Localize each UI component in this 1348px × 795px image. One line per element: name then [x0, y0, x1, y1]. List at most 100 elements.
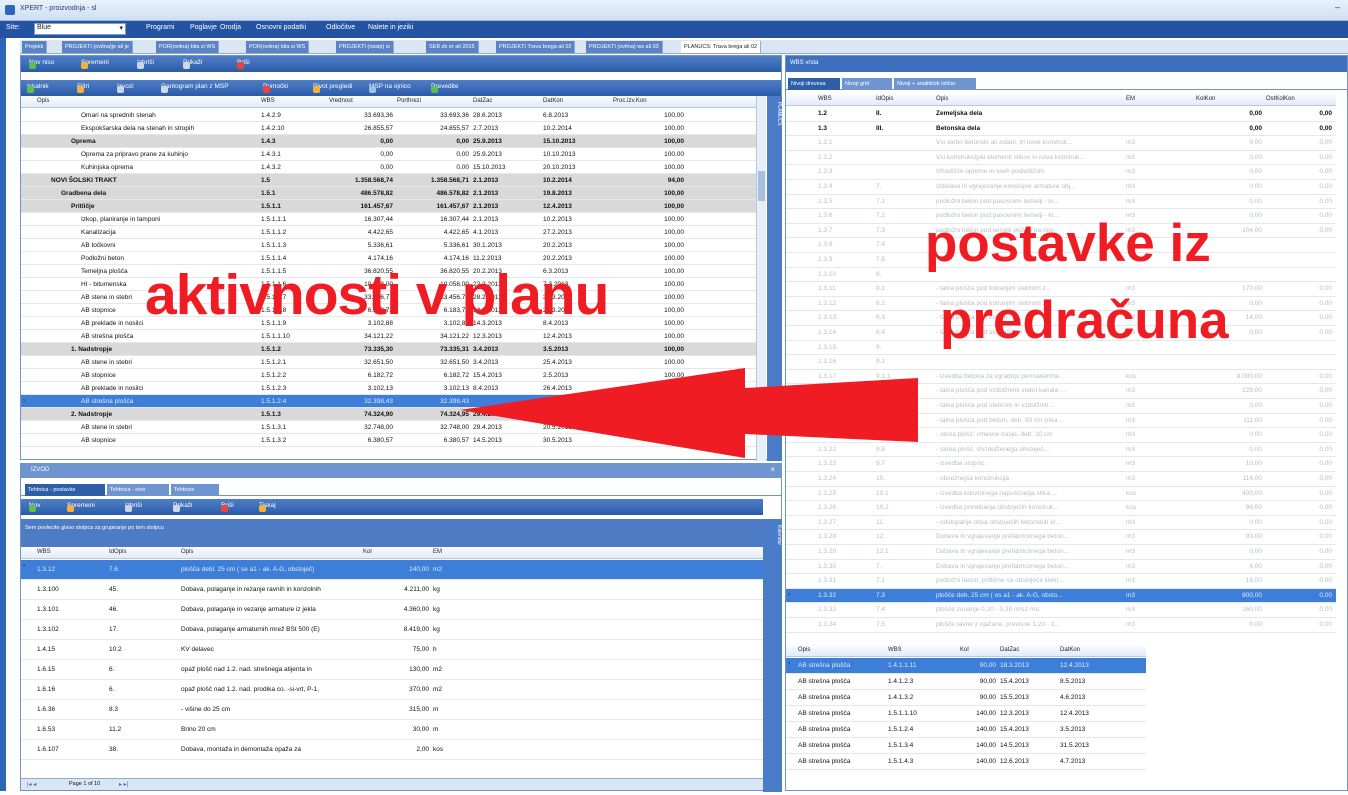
- column-header[interactable]: WBS: [261, 98, 275, 104]
- menu-item[interactable]: Orodja: [220, 24, 241, 31]
- wbs-row[interactable]: 1.3.26 10.2 - izvedba prestikanja obstoječ…: [786, 501, 1336, 516]
- wbs-row[interactable]: 1.3.22 9.6 - stena plošč. izvzdolženega ob…: [786, 443, 1336, 458]
- plan-row[interactable]: Pritličje 1.5.1.1 161.457,67 161.457,67 2.1.…: [21, 200, 756, 213]
- plan-row[interactable]: AB strešna plošča 1.5.1.2.4 32.398,43 32.39…: [21, 395, 756, 408]
- wbs-row[interactable]: 1.3.31 7.1 podložni beton, pritlične na ob…: [786, 574, 1336, 589]
- column-header[interactable]: Kol: [363, 549, 372, 555]
- plan-row[interactable]: AB stene in stebri 1.5.1.3.1 32.748,00 32.7…: [21, 421, 756, 434]
- minimize-icon[interactable]: –: [1335, 2, 1340, 12]
- wbs-row[interactable]: 1.3.23 9.7 - izvedba stopnic m3 10,00 0,00: [786, 457, 1336, 472]
- toolbar-button[interactable]: Briši: [237, 59, 250, 69]
- plan-row[interactable]: AB stene in stebri 1.5.1.2.1 32.651,50 32.6…: [21, 356, 756, 369]
- panel-tab[interactable]: Nivoji drevesa: [788, 78, 840, 90]
- column-header[interactable]: DatZac: [1000, 647, 1019, 653]
- item-row[interactable]: 1.6.36 8.3 - višine do 25 cm 315,00 m: [21, 700, 763, 720]
- pager-next-icon[interactable]: ▸ ▸|: [119, 781, 128, 788]
- document-tab[interactable]: SEB zb er ali 2015: [426, 41, 479, 53]
- toolbar-button[interactable]: Prikaži: [183, 59, 203, 69]
- assignment-row[interactable]: AB strešna plošča 1.5.1.4.3 140,00 12.6.201…: [786, 754, 1146, 770]
- toolbar-button[interactable]: Nov: [29, 502, 41, 512]
- wbs-row[interactable]: 1.3.30 7. Dobava in vgrajevanje prefabrici…: [786, 560, 1336, 575]
- wbs-row[interactable]: 1.3.17 9.1.1 - izvedba betona za vgradnjo …: [786, 370, 1336, 385]
- wbs-row[interactable]: 1.3.8 7.4: [786, 238, 1336, 253]
- item-row[interactable]: 1.3.100 45. Dobava, polaganje in rezanje r…: [21, 580, 763, 600]
- plan-row[interactable]: AB stopnice 1.5.1.3.2 6.380,57 6.380,57 14.5…: [21, 434, 756, 447]
- pager-first-icon[interactable]: |◂ ◂: [27, 781, 36, 788]
- close-icon[interactable]: ×: [770, 465, 775, 474]
- menu-item[interactable]: Nalete in jeziki: [368, 24, 413, 31]
- wbs-row[interactable]: 1.3.28 12. Dobava in vgrajevanje prefabric…: [786, 530, 1336, 545]
- toolbar-button[interactable]: Filtri: [77, 83, 89, 93]
- toolbar-button[interactable]: Spremeni: [67, 502, 95, 512]
- document-tab[interactable]: POR(ovitna) bila si WS: [246, 41, 310, 53]
- plan-row[interactable]: AB stopnice 1.5.1.1.8 6.183,72 6.183,72 14.3…: [21, 304, 756, 317]
- column-header[interactable]: Proc.Izv.Kon: [613, 98, 647, 104]
- toolbar-button[interactable]: Iskalnik: [27, 83, 49, 93]
- column-header[interactable]: Kol: [960, 647, 969, 653]
- plan-row[interactable]: Ekspokšarska dela na stenah in stropih 1.…: [21, 122, 756, 135]
- item-row[interactable]: 1.6.53 11.2 Brino 20 cm 30,00 m: [21, 720, 763, 740]
- toolbar-button[interactable]: MSP na ojnico: [369, 83, 411, 93]
- toolbar-button[interactable]: Izbriši: [125, 502, 142, 512]
- assignment-row[interactable]: AB strešna plošča 1.5.1.2.4 140,00 15.4.201…: [786, 722, 1146, 738]
- wbs-row[interactable]: 1.3.6 7.2 podložni beton pod pasovnimi tem…: [786, 209, 1336, 224]
- toolbar-button[interactable]: Pivot pregledi: [313, 83, 352, 93]
- toolbar-button[interactable]: Nov niso: [29, 59, 54, 69]
- item-row[interactable]: 1.3.102 17. Dobava, polaganje armaturnih m…: [21, 620, 763, 640]
- wbs-row[interactable]: 1.3.1 Vsi stebri betonski ali zidani, tri…: [786, 136, 1336, 151]
- wbs-row[interactable]: 1.3.29 12.1 Dobava in vgrajevanje prefabri…: [786, 545, 1336, 560]
- toolbar-button[interactable]: Izbriši: [137, 59, 154, 69]
- plan-row[interactable]: AB stopnice 1.5.1.2.2 6.182,72 6.182,72 15.4…: [21, 369, 756, 382]
- plan-row[interactable]: Kanalizacija 1.5.1.1.2 4.422,65 4.422,65 4.1…: [21, 226, 756, 239]
- menu-item[interactable]: Odločitve: [326, 24, 355, 31]
- plan-row[interactable]: 2. Nadstropje 1.5.1.3 74.324,90 74.324,95 29…: [21, 408, 756, 421]
- column-header[interactable]: Opis: [936, 96, 948, 102]
- plan-row[interactable]: Izkop, planiranje in tamponi 1.5.1.1.1 16.…: [21, 213, 756, 226]
- toolbar-button[interactable]: Briši: [221, 502, 234, 512]
- wbs-row[interactable]: 1.3.11 8.1 - talna plošča pod kotranjim st…: [786, 282, 1336, 297]
- wbs-row[interactable]: 1.3.5 7.1 podložni beton pod pasovnimi tem…: [786, 195, 1336, 210]
- wbs-row[interactable]: 1.3.13 8.3 - talna plošča pod korom m3 14,00…: [786, 311, 1336, 326]
- panel-tab[interactable]: Nivoji grid: [842, 78, 892, 90]
- wbs-row[interactable]: 1.3.14 8.4 - talna plošča pod stopniščem m3…: [786, 326, 1336, 341]
- wbs-row[interactable]: 1.3.7 7.3 podložni beton pod temelji plošč…: [786, 224, 1336, 239]
- plan-row[interactable]: Oprema 1.4.3 0,00 0,00 25.9.2013 15.10.2013 10…: [21, 135, 756, 148]
- column-header[interactable]: WBS: [888, 647, 902, 653]
- plan-row[interactable]: AB strešna plošča 1.5.1.1.10 34.121,22 34.1…: [21, 330, 756, 343]
- column-header[interactable]: KolKon: [1196, 96, 1215, 102]
- plan-row[interactable]: Kuhinjska oprema 1.4.3.2 0,00 0,00 15.10.201…: [21, 161, 756, 174]
- plan-row[interactable]: Gradbena dela 1.5.1 486.578,82 486.578,82 2.…: [21, 187, 756, 200]
- item-row[interactable]: 1.6.107 38. Dobava, montaža in demontaža o…: [21, 740, 763, 760]
- column-header[interactable]: DatKon: [543, 98, 563, 104]
- wbs-row[interactable]: 1.3.18 9.2 - talna plošča pod vzdolžnimi s…: [786, 384, 1336, 399]
- panel-tab[interactable]: Tehtnica - postavke: [25, 484, 105, 496]
- panel-tab[interactable]: Tehtnica - nivo: [107, 484, 169, 496]
- wbs-row[interactable]: 1.3.33 7.4 plošče zunanje 0,20 - 0,30 m/s2…: [786, 603, 1336, 618]
- item-row[interactable]: 1.6.16 6. opaž plošč nad 1.2. nad. prodika…: [21, 680, 763, 700]
- document-tab[interactable]: PROJEKTI (nasip) si: [336, 41, 394, 53]
- document-tab[interactable]: PROJEKTI Trava brega ali 02: [496, 41, 576, 53]
- column-header[interactable]: IdOpis: [876, 96, 893, 102]
- wbs-row[interactable]: 1.3.12 8.2 - talna plošča pod kotranjim st…: [786, 297, 1336, 312]
- wbs-row[interactable]: 1.3.4 7. Izdelava in vgrajevanje enoslojne…: [786, 180, 1336, 195]
- toolbar-button[interactable]: Pomočki: [263, 83, 288, 93]
- column-header[interactable]: OstKolKon: [1266, 96, 1295, 102]
- wbs-row[interactable]: 1.3.25 10.1 - izvedba konzolnega napuščneg…: [786, 487, 1336, 502]
- column-header[interactable]: IdOpis: [109, 549, 126, 555]
- toolbar-button[interactable]: Gantogram plan z MSP: [161, 83, 229, 93]
- wbs-row[interactable]: 1.3.24 10. - obsežnejša konstrukcija m3 114,…: [786, 472, 1336, 487]
- document-tab[interactable]: POR(ovitna) bila si WS: [156, 41, 220, 53]
- toolbar-button[interactable]: Prevedite: [431, 83, 458, 93]
- menu-item[interactable]: Programi: [146, 24, 174, 31]
- toolbar-button[interactable]: Prikaži: [173, 502, 193, 512]
- wbs-row[interactable]: 1.3.10 8.: [786, 268, 1336, 283]
- column-header[interactable]: WBS: [37, 549, 51, 555]
- plan-row[interactable]: HI - bitumenska 1.5.1.1.6 10.058,00 10.058,…: [21, 278, 756, 291]
- plan-row[interactable]: Omari na sprednih stenah 1.4.2.9 33.693,36…: [21, 109, 756, 122]
- column-header[interactable]: Opis: [181, 549, 193, 555]
- wbs-row[interactable]: 1.3.21 9.5 - stena plošč. vmesne trasje, d…: [786, 428, 1336, 443]
- assignment-row[interactable]: AB strešna plošča 1.5.1.3.4 140,00 14.5.201…: [786, 738, 1146, 754]
- wbs-row[interactable]: 1.3.9 7.5: [786, 253, 1336, 268]
- plan-row[interactable]: AB preklade in nosilci 1.5.1.1.9 3.102,88 3…: [21, 317, 756, 330]
- wbs-row[interactable]: 1.3.32 7.3 plošče deb. 25 cm ( os a1 - ak.…: [786, 588, 1336, 604]
